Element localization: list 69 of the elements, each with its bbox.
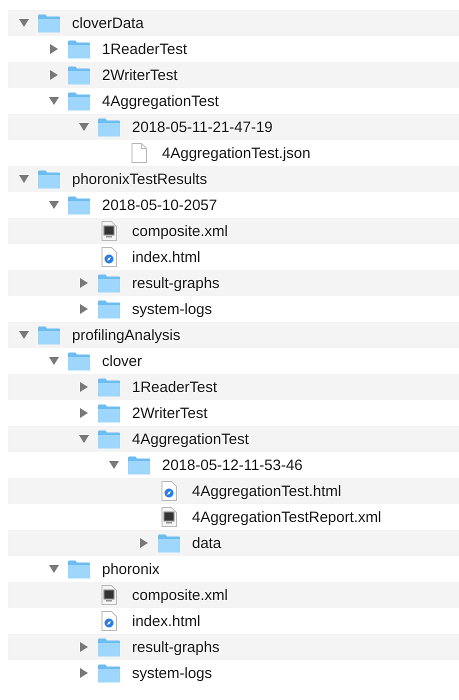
- document-icon: [131, 143, 147, 163]
- file-name[interactable]: phoronixTestResults: [72, 170, 208, 188]
- file-name[interactable]: cloverData: [72, 14, 144, 32]
- file-name[interactable]: 2WriterTest: [102, 66, 178, 84]
- disclosure-triangle-icon[interactable]: [79, 434, 89, 444]
- disclosure-triangle-icon[interactable]: [79, 122, 89, 132]
- folder-icon: [157, 534, 181, 552]
- disclosure-triangle-icon[interactable]: [49, 356, 59, 366]
- folder-icon: [97, 404, 121, 422]
- folder-icon: [67, 196, 91, 214]
- file-name[interactable]: system-logs: [132, 300, 212, 318]
- folder-icon: [37, 326, 61, 344]
- folder-icon: [97, 300, 121, 318]
- disclosure-triangle-icon[interactable]: [19, 330, 29, 340]
- terminal-document-icon: [161, 507, 177, 527]
- file-name[interactable]: clover: [102, 352, 142, 370]
- folder-icon: [127, 456, 151, 474]
- disclosure-triangle-icon[interactable]: [79, 642, 89, 652]
- folder-icon: [97, 664, 121, 682]
- disclosure-triangle-icon[interactable]: [19, 18, 29, 28]
- folder-icon: [97, 274, 121, 292]
- file-name[interactable]: index.html: [132, 248, 200, 266]
- file-name[interactable]: composite.xml: [132, 586, 228, 604]
- file-name[interactable]: 4AggregationTest: [132, 430, 249, 448]
- file-name[interactable]: 4AggregationTest.json: [162, 144, 310, 162]
- file-name[interactable]: index.html: [132, 612, 200, 630]
- disclosure-triangle-icon[interactable]: [49, 70, 59, 80]
- file-name[interactable]: result-graphs: [132, 274, 220, 292]
- folder-icon: [97, 378, 121, 396]
- disclosure-triangle-icon[interactable]: [79, 278, 89, 288]
- disclosure-triangle-icon[interactable]: [109, 460, 119, 470]
- folder-icon: [67, 560, 91, 578]
- disclosure-triangle-icon[interactable]: [49, 44, 59, 54]
- disclosure-triangle-icon[interactable]: [79, 408, 89, 418]
- disclosure-triangle-icon[interactable]: [79, 382, 89, 392]
- file-name[interactable]: 1ReaderTest: [102, 40, 188, 58]
- file-name[interactable]: 4AggregationTest: [102, 92, 219, 110]
- file-name[interactable]: profilingAnalysis: [72, 326, 180, 344]
- disclosure-triangle-icon[interactable]: [49, 96, 59, 106]
- folder-icon: [67, 40, 91, 58]
- disclosure-triangle-icon[interactable]: [79, 668, 89, 678]
- file-name[interactable]: result-graphs: [132, 638, 220, 656]
- folder-icon: [97, 638, 121, 656]
- file-name[interactable]: data: [192, 534, 222, 552]
- file-name[interactable]: 2018-05-10-2057: [102, 196, 218, 214]
- file-name[interactable]: composite.xml: [132, 222, 228, 240]
- folder-icon: [37, 170, 61, 188]
- disclosure-triangle-icon[interactable]: [49, 564, 59, 574]
- folder-icon: [37, 14, 61, 32]
- disclosure-triangle-icon[interactable]: [79, 304, 89, 314]
- folder-icon: [67, 92, 91, 110]
- compass-document-icon: [101, 611, 117, 631]
- disclosure-triangle-icon[interactable]: [139, 538, 149, 548]
- folder-icon: [97, 430, 121, 448]
- folder-icon: [67, 352, 91, 370]
- terminal-document-icon: [101, 221, 117, 241]
- folder-icon: [97, 118, 121, 136]
- file-name[interactable]: 4AggregationTestReport.xml: [192, 508, 382, 526]
- terminal-document-icon: [101, 585, 117, 605]
- file-name[interactable]: 2WriterTest: [132, 404, 208, 422]
- disclosure-triangle-icon[interactable]: [49, 200, 59, 210]
- file-name[interactable]: phoronix: [102, 560, 160, 578]
- disclosure-triangle-icon[interactable]: [19, 174, 29, 184]
- compass-document-icon: [101, 247, 117, 267]
- compass-document-icon: [161, 481, 177, 501]
- file-name[interactable]: 2018-05-12-11-53-46: [162, 456, 303, 474]
- file-name[interactable]: system-logs: [132, 664, 212, 682]
- file-name[interactable]: 1ReaderTest: [132, 378, 218, 396]
- folder-icon: [67, 66, 91, 84]
